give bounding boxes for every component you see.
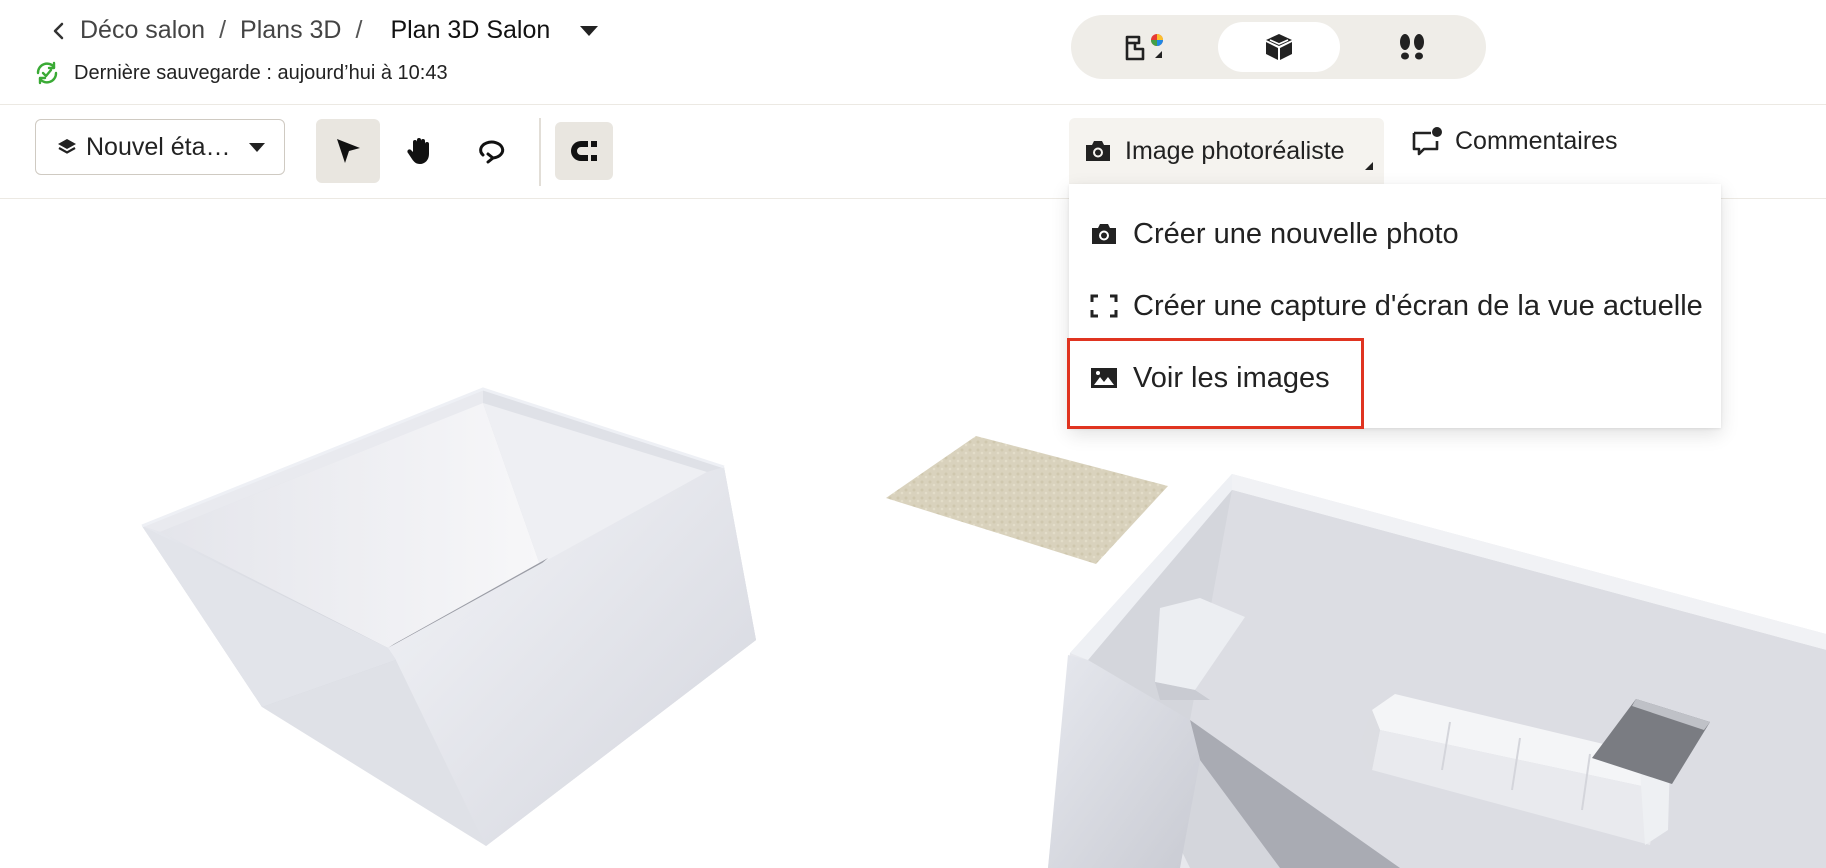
menu-item-label: Créer une nouvelle photo bbox=[1133, 217, 1459, 250]
menu-item-view-images[interactable]: Voir les images bbox=[1069, 342, 1721, 414]
menu-item-label: Créer une capture d'écran de la vue actu… bbox=[1133, 289, 1703, 322]
image-icon bbox=[1091, 368, 1117, 388]
menu-item-screenshot[interactable]: Créer une capture d'écran de la vue actu… bbox=[1069, 270, 1721, 342]
room-left[interactable] bbox=[141, 387, 756, 846]
camera-icon bbox=[1092, 224, 1116, 244]
menu-item-label: Voir les images bbox=[1133, 361, 1330, 394]
rug[interactable] bbox=[886, 436, 1168, 564]
3d-scene bbox=[141, 387, 1826, 868]
screenshot-frame-icon bbox=[1090, 294, 1118, 318]
menu-item-new-photo[interactable]: Créer une nouvelle photo bbox=[1069, 198, 1721, 270]
photo-dropdown-menu: Créer une nouvelle photo Créer une captu… bbox=[1069, 184, 1721, 428]
room-right[interactable] bbox=[1048, 474, 1826, 868]
